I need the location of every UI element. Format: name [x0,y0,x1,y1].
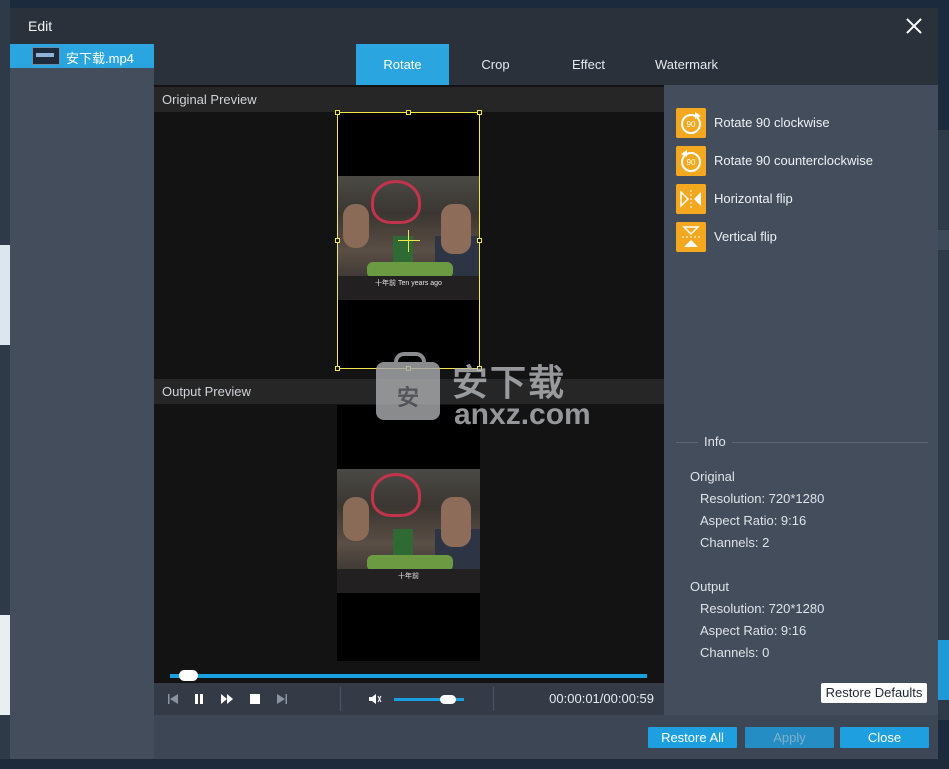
playback-timecode: 00:00:01/00:00:59 [549,691,654,706]
svg-text:90: 90 [687,120,696,129]
volume-slider-knob[interactable] [439,695,456,704]
resize-handle[interactable] [477,110,482,115]
divider [340,687,341,711]
rotate-options-panel: 90 Rotate 90 clockwise 90 Rotate 90 coun… [664,85,938,715]
original-aspect-ratio: Aspect Ratio: 9:16 [700,513,807,528]
file-list-sidebar: 安下载.mp4 [10,44,154,759]
background-window-fragment [938,640,949,700]
resize-handle[interactable] [335,366,340,371]
skip-to-end-icon[interactable] [275,692,289,706]
close-icon[interactable] [902,14,926,38]
action-label: Horizontal flip [714,191,793,206]
video-thumbnail [32,47,60,65]
video-frame: 十年前 [337,469,480,593]
resize-handle[interactable] [477,238,482,243]
title-bar: Edit [10,8,938,44]
watermark-overlay: 安 安下载 anxz.com [370,348,600,438]
desktop-background-right [938,130,949,720]
action-label: Rotate 90 counterclockwise [714,153,873,168]
close-button[interactable]: Close [840,727,929,748]
resize-handle[interactable] [335,110,340,115]
apply-button[interactable]: Apply [745,727,834,748]
stop-icon[interactable] [248,692,262,706]
crosshair-icon [408,230,409,252]
rotate-clockwise-button[interactable]: 90 Rotate 90 clockwise [676,108,926,140]
skip-to-start-icon[interactable] [166,692,180,706]
background-window-fragment [938,230,949,250]
output-heading: Output [690,579,730,594]
output-channels: Channels: 0 [700,645,770,660]
restore-all-button[interactable]: Restore All [648,727,737,748]
taskbar-strip [0,759,949,769]
horizontal-flip-icon [676,184,706,214]
resize-handle[interactable] [406,110,411,115]
watermark-url: anxz.com [454,398,591,431]
pause-icon[interactable] [192,692,206,706]
logo-overlay [371,473,421,517]
edit-tab-bar: Rotate Crop Effect Watermark [154,44,938,85]
window-title: Edit [28,18,53,34]
tab-crop[interactable]: Crop [449,44,542,85]
original-heading: Original [690,469,735,484]
background-window-fragment [0,615,10,715]
vertical-flip-button[interactable]: Vertical flip [676,222,926,254]
dialog-footer: Restore All Apply Close [154,715,938,759]
output-resolution: Resolution: 720*1280 [700,601,825,616]
action-label: Vertical flip [714,229,777,244]
tab-effect[interactable]: Effect [542,44,635,85]
vertical-flip-icon [676,222,706,252]
horizontal-flip-button[interactable]: Horizontal flip [676,184,926,216]
action-label: Rotate 90 clockwise [714,115,830,130]
playback-controls: 00:00:01/00:00:59 [154,683,664,715]
resize-handle[interactable] [335,238,340,243]
rotate-counterclockwise-button[interactable]: 90 Rotate 90 counterclockwise [676,146,926,178]
info-heading: Info [698,434,732,449]
volume-icon[interactable] [368,692,382,706]
crosshair-icon [398,240,420,241]
tab-watermark[interactable]: Watermark [635,44,738,85]
rotate-clockwise-icon: 90 [676,108,706,138]
desktop-background-left [0,0,10,769]
output-video: 十年前 [337,405,480,661]
original-preview-label: Original Preview [154,87,664,112]
file-list-item[interactable]: 安下载.mp4 [10,44,154,68]
restore-defaults-button[interactable]: Restore Defaults [821,683,927,703]
fast-forward-icon[interactable] [220,692,234,706]
tab-rotate[interactable]: Rotate [356,44,449,85]
rotate-counterclockwise-icon: 90 [676,146,706,176]
edit-dialog: Edit 安下载.mp4 Rotate Crop Effect Watermar… [10,8,938,759]
video-subtitle: 十年前 [398,573,419,580]
svg-text:90: 90 [687,158,696,167]
background-window-fragment [0,245,10,345]
output-aspect-ratio: Aspect Ratio: 9:16 [700,623,807,638]
divider [493,687,494,711]
playback-progress-bar[interactable] [170,674,647,678]
watermark-bag-icon: 安 [376,352,440,420]
original-resolution: Resolution: 720*1280 [700,491,825,506]
playback-progress-knob[interactable] [179,670,199,681]
file-name: 安下载.mp4 [66,51,134,66]
original-channels: Channels: 2 [700,535,770,550]
